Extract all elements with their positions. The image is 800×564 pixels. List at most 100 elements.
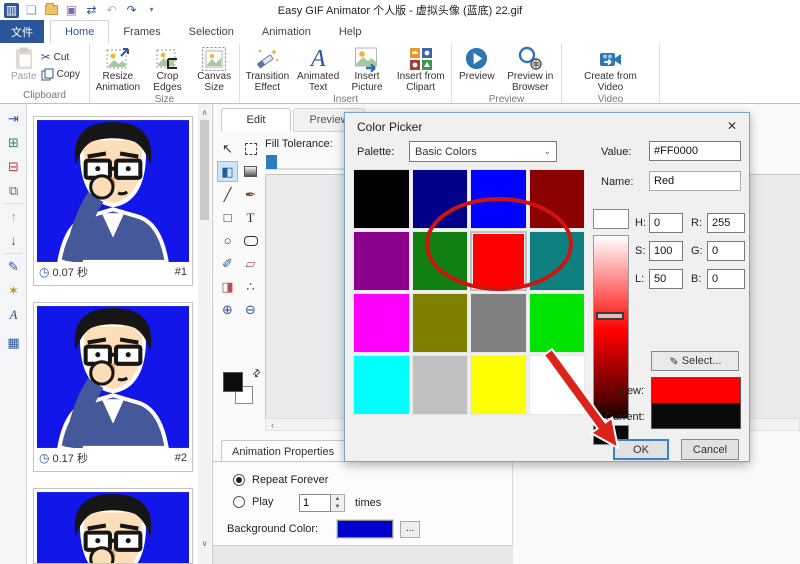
frame-card-2[interactable]: ◷ 0.17 秒 #2 [33, 302, 193, 472]
export-frame-icon[interactable]: ⇥ [0, 108, 27, 128]
qat-customize-icon[interactable]: ▾ [144, 3, 159, 18]
swap-colors-icon[interactable]: ⇄ [250, 367, 264, 381]
tab-home[interactable]: Home [50, 20, 110, 43]
scroll-up-icon[interactable]: ∧ [198, 106, 211, 119]
rounded-rect-tool-icon[interactable] [240, 230, 261, 251]
eraser-tool-icon[interactable]: ▱ [240, 253, 261, 274]
b-input[interactable] [707, 269, 745, 289]
animated-text-button[interactable]: A Animated Text [295, 44, 342, 94]
cancel-button[interactable]: Cancel [681, 439, 739, 460]
text-tool-icon[interactable]: T [240, 207, 261, 228]
l-input[interactable] [649, 269, 683, 289]
crop-edges-button[interactable]: Crop Edges [146, 44, 190, 94]
tab-animation[interactable]: Animation [248, 20, 325, 43]
brush-tool-icon[interactable]: ✒ [240, 184, 261, 205]
spin-down-icon[interactable]: ▼ [331, 503, 344, 511]
tab-selection[interactable]: Selection [175, 20, 248, 43]
add-frame-icon[interactable]: ⊞ [0, 132, 27, 152]
palette-color-swatch[interactable] [470, 355, 527, 415]
canvas-size-button[interactable]: Canvas Size [191, 44, 237, 94]
bg-color-browse-button[interactable]: ... [400, 520, 421, 538]
palette-color-swatch[interactable] [353, 169, 410, 229]
insert-from-clipart-button[interactable]: Insert from Clipart [392, 44, 449, 94]
r-input[interactable] [707, 213, 745, 233]
cut-button[interactable]: ✂ Cut [41, 50, 80, 64]
fill-bucket-tool-icon[interactable]: ◧ [217, 161, 238, 182]
lightness-top-swatch[interactable] [593, 209, 629, 229]
select-tool-icon[interactable]: ↖ [217, 138, 238, 159]
frame-list-scrollbar[interactable]: ∧ ∨ [198, 104, 211, 564]
name-input[interactable] [649, 171, 741, 191]
transition-effect-button[interactable]: Transition Effect [242, 44, 293, 94]
lightness-slider-handle[interactable] [596, 312, 624, 320]
close-icon[interactable]: ✕ [721, 117, 743, 135]
frame-card-1[interactable]: ◷ 0.07 秒 #1 [33, 116, 193, 286]
tab-frames[interactable]: Frames [109, 20, 174, 43]
play-times-spinner[interactable]: ▲ ▼ [331, 494, 345, 512]
redo-icon[interactable]: ↷ [124, 3, 139, 18]
h-input[interactable] [649, 213, 683, 233]
value-input[interactable] [649, 141, 741, 161]
replace-color-tool-icon[interactable]: ◨ [217, 276, 238, 297]
spray-tool-icon[interactable]: ∴ [240, 276, 261, 297]
palette-color-swatch[interactable] [528, 293, 585, 353]
palette-color-swatch[interactable] [353, 355, 410, 415]
undo-icon[interactable]: ↶ [104, 3, 119, 18]
palette-dropdown[interactable]: Basic Colors ⌄ [409, 141, 557, 162]
g-input[interactable] [707, 241, 745, 261]
palette-color-swatch[interactable] [411, 293, 468, 353]
app-icon[interactable]: ▥ [4, 2, 19, 18]
frame-grid-icon[interactable]: ▦ [0, 332, 27, 352]
scroll-left-icon[interactable]: ‹ [266, 419, 279, 430]
save-icon[interactable]: ▣ [64, 3, 79, 18]
palette-color-swatch[interactable] [528, 355, 585, 415]
line-tool-icon[interactable]: ╱ [217, 184, 238, 205]
edit-frame-icon[interactable]: ✎ [0, 256, 27, 276]
repeat-forever-radio[interactable] [233, 474, 245, 486]
tab-file[interactable]: 文件 [0, 20, 44, 43]
play-times-input[interactable] [299, 494, 331, 512]
zoom-in-tool-icon[interactable]: ⊕ [217, 299, 238, 320]
preview-button[interactable]: Preview [454, 44, 500, 84]
move-frame-up-icon[interactable]: ↑ [0, 206, 27, 226]
rectangle-tool-icon[interactable]: □ [217, 207, 238, 228]
zoom-out-tool-icon[interactable]: ⊖ [240, 299, 261, 320]
palette-color-swatch[interactable] [470, 293, 527, 353]
duplicate-frame-icon[interactable]: ⧉ [0, 180, 27, 200]
tab-animation-properties[interactable]: Animation Properties [221, 440, 346, 462]
copy-button[interactable]: Copy [41, 68, 80, 81]
paste-button[interactable]: Paste [9, 44, 39, 84]
text-tool-icon[interactable]: A [0, 304, 27, 324]
insert-picture-button[interactable]: Insert Picture [344, 44, 391, 94]
export-icon[interactable]: ⇄ [84, 3, 99, 18]
scrollbar-thumb[interactable] [200, 120, 209, 220]
slider-handle[interactable] [266, 155, 277, 169]
resize-animation-button[interactable]: Resize Animation [92, 44, 144, 94]
palette-color-swatch[interactable] [353, 231, 410, 291]
preview-in-browser-button[interactable]: Preview in Browser [502, 44, 559, 94]
s-input[interactable] [649, 241, 683, 261]
repeat-forever-option[interactable]: Repeat Forever [233, 474, 328, 486]
eyedropper-tool-icon[interactable]: ✐ [217, 253, 238, 274]
select-color-button[interactable]: ✐ Select... [651, 351, 739, 371]
spin-up-icon[interactable]: ▲ [331, 495, 344, 503]
frame-card-3[interactable] [33, 488, 193, 564]
marquee-tool-icon[interactable] [240, 138, 261, 159]
move-frame-down-icon[interactable]: ↓ [0, 230, 27, 250]
delete-frame-icon[interactable]: ⊟ [0, 156, 27, 176]
ellipse-tool-icon[interactable]: ○ [217, 230, 238, 251]
tab-help[interactable]: Help [325, 20, 376, 43]
gradient-tool-icon[interactable] [240, 161, 261, 182]
magic-wand-icon[interactable]: ✶ [0, 280, 27, 300]
ok-button[interactable]: OK [613, 439, 669, 460]
create-from-video-button[interactable]: Create from Video [580, 44, 642, 94]
foreground-color-swatch[interactable] [223, 372, 243, 392]
play-radio[interactable] [233, 496, 245, 508]
play-option[interactable]: Play [233, 496, 273, 508]
tab-edit[interactable]: Edit [221, 108, 291, 132]
animation-bg-color-swatch[interactable] [336, 519, 395, 539]
new-file-icon[interactable]: ❏ [24, 3, 39, 18]
palette-color-swatch[interactable] [411, 355, 468, 415]
scroll-down-icon[interactable]: ∨ [198, 537, 211, 550]
palette-color-swatch[interactable] [353, 293, 410, 353]
